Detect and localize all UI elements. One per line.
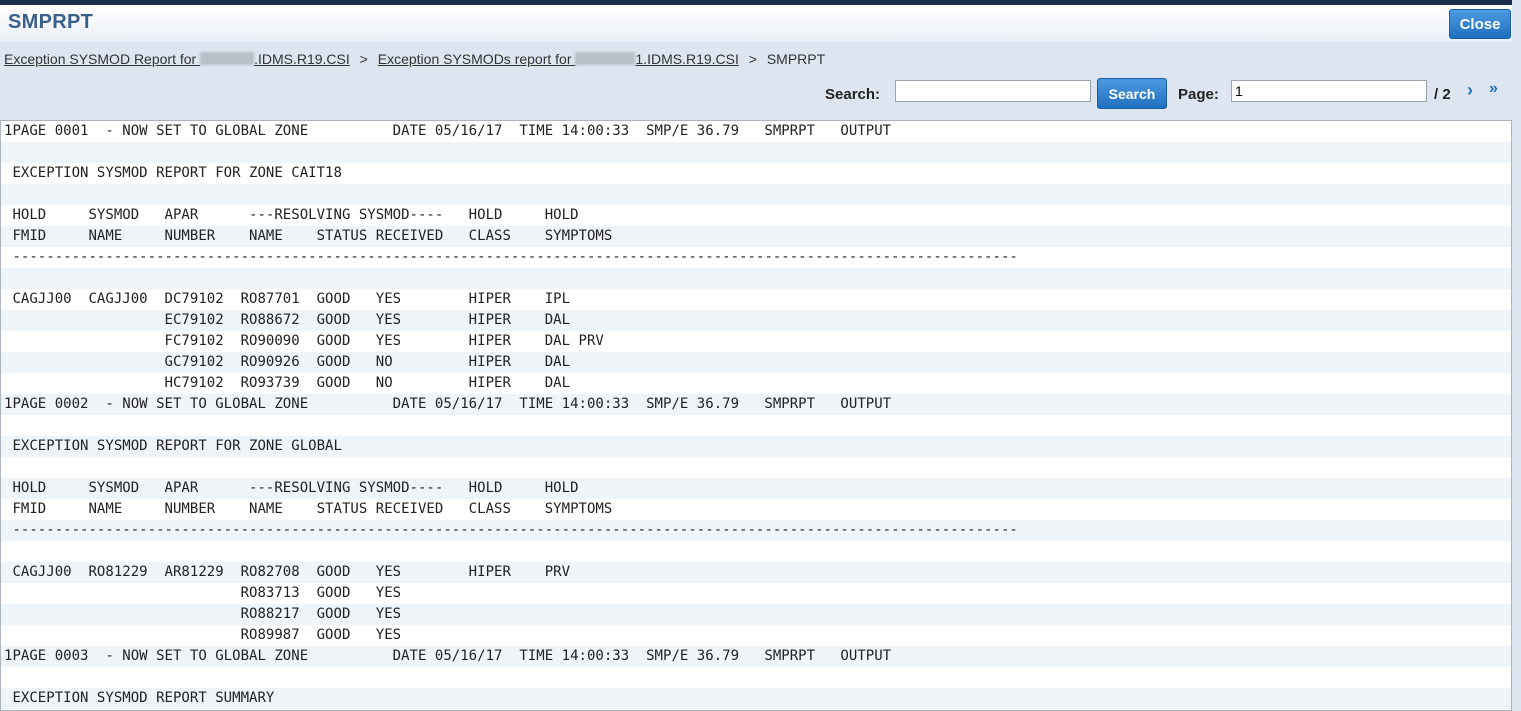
search-input[interactable] bbox=[895, 80, 1091, 102]
window-title: SMPRPT bbox=[8, 11, 94, 33]
page-number-input[interactable] bbox=[1231, 80, 1427, 102]
report-line: FMID NAME NUMBER NAME STATUS RECEIVED CL… bbox=[1, 499, 1511, 520]
report-line: RO89987 GOOD YES bbox=[1, 625, 1511, 646]
page-total: / 2 bbox=[1434, 86, 1451, 103]
report-line: 1PAGE 0003 - NOW SET TO GLOBAL ZONE DATE… bbox=[1, 646, 1511, 667]
report-line: EC79102 RO88672 GOOD YES HIPER DAL bbox=[1, 310, 1511, 331]
breadcrumb-link-1-prefix: Exception SYSMOD Report for bbox=[4, 51, 201, 67]
breadcrumb-link-exception-sysmods[interactable]: Exception SYSMODs report for 1.IDMS.R19.… bbox=[378, 51, 739, 67]
report-line: EXCEPTION SYSMOD REPORT FOR ZONE GLOBAL bbox=[1, 436, 1511, 457]
report-line: CAGJJ00 CAGJJ00 DC79102 RO87701 GOOD YES… bbox=[1, 289, 1511, 310]
page-label: Page: bbox=[1178, 86, 1219, 103]
report-line: 1PAGE 0002 - NOW SET TO GLOBAL ZONE DATE… bbox=[1, 394, 1511, 415]
breadcrumb-separator: > bbox=[748, 51, 757, 67]
breadcrumb-link-exception-report[interactable]: Exception SYSMOD Report for .IDMS.R19.CS… bbox=[4, 51, 350, 67]
window-titlebar: SMPRPT Close bbox=[0, 5, 1521, 42]
next-page-icon[interactable]: › bbox=[1467, 80, 1473, 101]
report-line bbox=[1, 457, 1511, 478]
report-line: RO88217 GOOD YES bbox=[1, 604, 1511, 625]
breadcrumb-separator: > bbox=[359, 51, 368, 67]
report-line: FMID NAME NUMBER NAME STATUS RECEIVED CL… bbox=[1, 226, 1511, 247]
breadcrumb-current: SMPRPT bbox=[766, 51, 826, 67]
report-line bbox=[1, 667, 1511, 688]
report-line: FC79102 RO90090 GOOD YES HIPER DAL PRV bbox=[1, 331, 1511, 352]
report-line bbox=[1, 268, 1511, 289]
report-line: EXCEPTION SYSMOD REPORT SUMMARY bbox=[1, 688, 1511, 709]
report-line: HOLD SYSMOD APAR ---RESOLVING SYSMOD----… bbox=[1, 478, 1511, 499]
close-button[interactable]: Close bbox=[1449, 9, 1511, 39]
redacted-text bbox=[200, 52, 255, 65]
report-line bbox=[1, 415, 1511, 436]
report-line bbox=[1, 142, 1511, 163]
report-line: GC79102 RO90926 GOOD NO HIPER DAL bbox=[1, 352, 1511, 373]
report-line: HC79102 RO93739 GOOD NO HIPER DAL bbox=[1, 373, 1511, 394]
report-line: ----------------------------------------… bbox=[1, 520, 1511, 541]
breadcrumb-link-1-suffix: .IDMS.R19.CSI bbox=[254, 51, 350, 67]
report-line: EXCEPTION SYSMOD REPORT FOR ZONE CAIT18 bbox=[1, 163, 1511, 184]
report-toolbar: Search: Search Page: / 2 › » bbox=[0, 78, 1521, 110]
report-line: ----------------------------------------… bbox=[1, 247, 1511, 268]
report-line: RO83713 GOOD YES bbox=[1, 583, 1511, 604]
last-page-icon[interactable]: » bbox=[1489, 80, 1498, 98]
window-right-edge bbox=[1512, 0, 1521, 711]
last-page-glyph: » bbox=[1489, 80, 1498, 97]
breadcrumb: Exception SYSMOD Report for .IDMS.R19.CS… bbox=[4, 51, 825, 67]
report-line: CAGJJ00 RO81229 AR81229 RO82708 GOOD YES… bbox=[1, 562, 1511, 583]
breadcrumb-link-2-suffix: 1.IDMS.R19.CSI bbox=[635, 51, 739, 67]
search-label: Search: bbox=[825, 86, 881, 103]
breadcrumb-link-2-prefix: Exception SYSMODs report for bbox=[377, 51, 576, 67]
report-line: 1PAGE 0001 - NOW SET TO GLOBAL ZONE DATE… bbox=[1, 121, 1511, 142]
search-button[interactable]: Search bbox=[1097, 78, 1167, 109]
report-line bbox=[1, 184, 1511, 205]
report-output-panel: 1PAGE 0001 - NOW SET TO GLOBAL ZONE DATE… bbox=[0, 120, 1512, 711]
redacted-text bbox=[575, 52, 636, 65]
report-line bbox=[1, 541, 1511, 562]
report-line: HOLD SYSMOD APAR ---RESOLVING SYSMOD----… bbox=[1, 205, 1511, 226]
